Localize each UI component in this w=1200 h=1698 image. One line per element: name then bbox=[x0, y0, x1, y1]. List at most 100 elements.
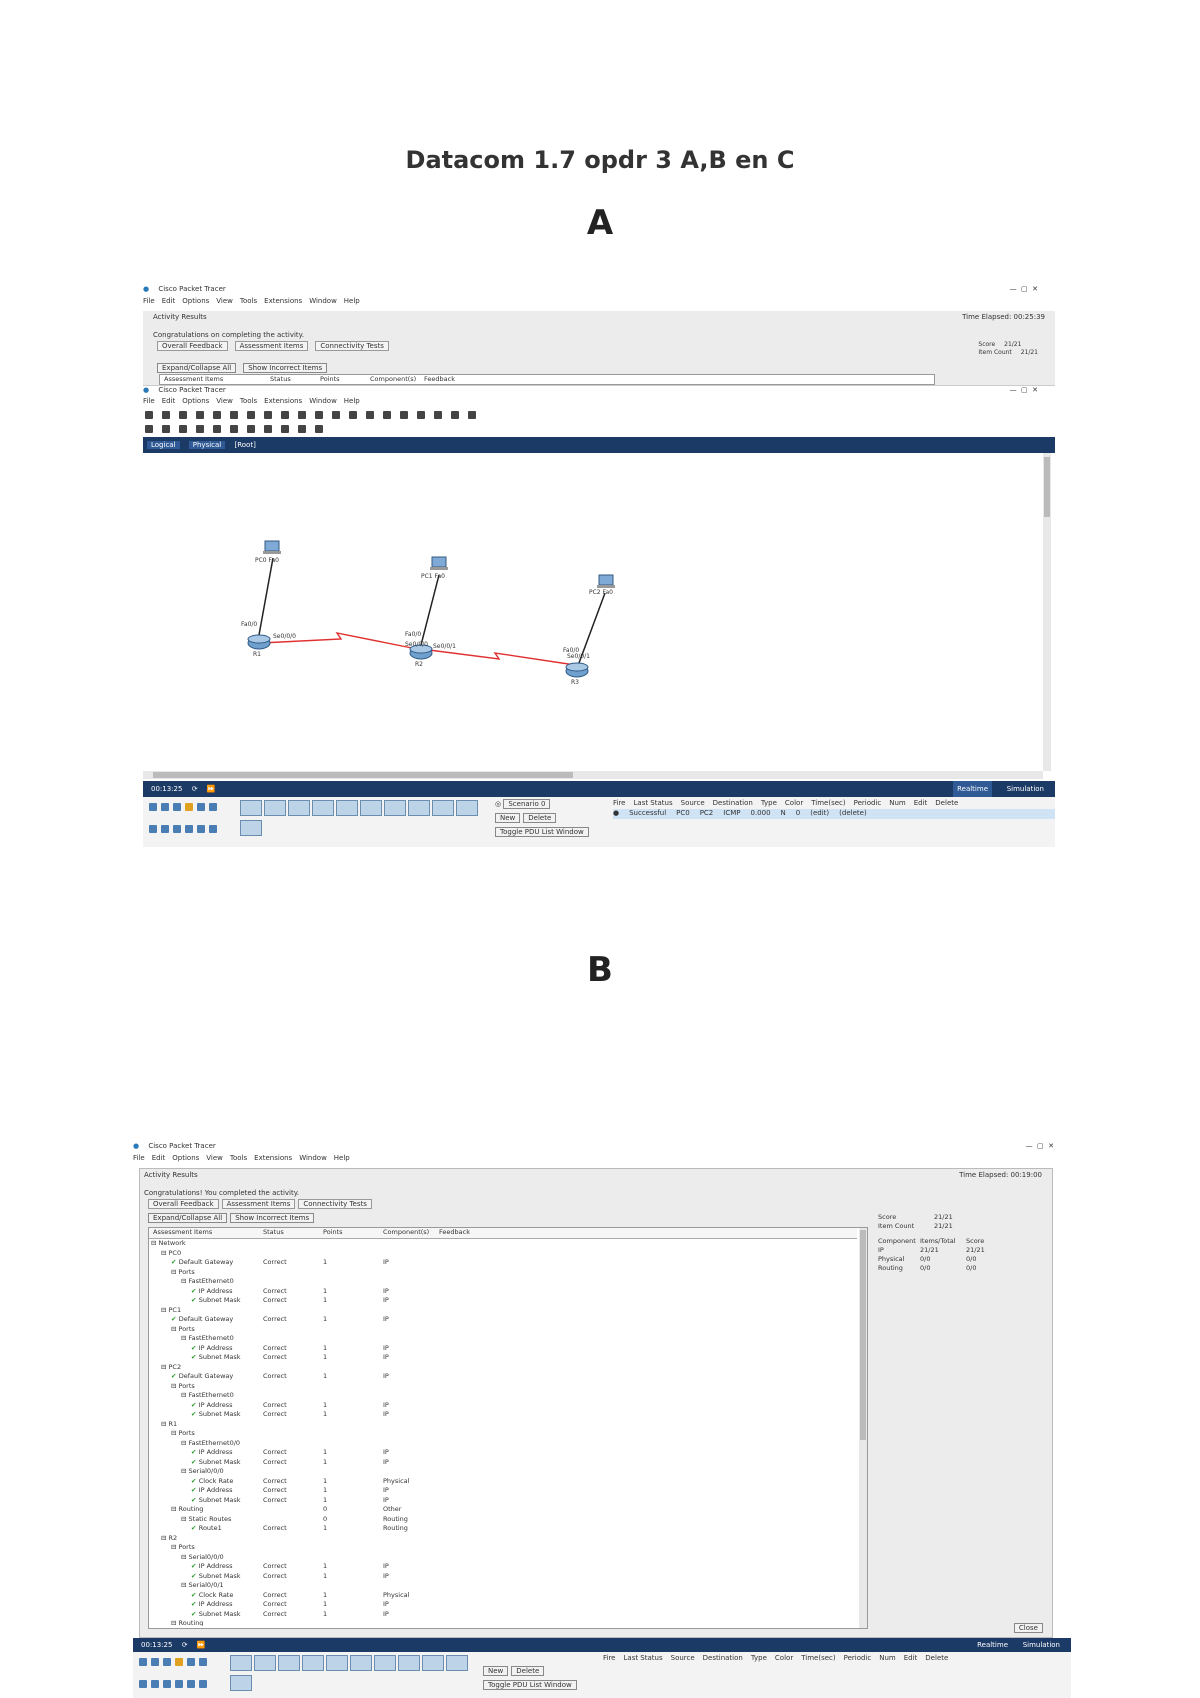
simulation-button-b[interactable]: Simulation bbox=[1023, 1638, 1060, 1652]
expand-icon[interactable]: ⊟ bbox=[181, 1581, 189, 1589]
toolbar-tool-icon[interactable] bbox=[162, 411, 170, 419]
menu-item-help[interactable]: Help bbox=[334, 1154, 350, 1162]
tree-row[interactable]: ⊟ Ports bbox=[151, 1429, 855, 1439]
menu-item-extensions[interactable]: Extensions bbox=[254, 1154, 292, 1162]
tree-row[interactable]: ⊟ FastEthernet0 bbox=[151, 1277, 855, 1287]
toolbar-tool-icon[interactable] bbox=[400, 411, 408, 419]
device-subcategories[interactable] bbox=[147, 823, 219, 837]
tab-overall-feedback[interactable]: Overall Feedback bbox=[157, 341, 228, 351]
tab-overall-feedback[interactable]: Overall Feedback bbox=[148, 1199, 219, 1209]
tree-row[interactable]: ⊟ Routing 0 Other bbox=[151, 1505, 855, 1515]
toolbar-tool-icon[interactable] bbox=[264, 411, 272, 419]
expand-icon[interactable]: ⊟ bbox=[161, 1420, 169, 1428]
menu-item-window[interactable]: Window bbox=[309, 297, 337, 305]
device-model-icon[interactable] bbox=[288, 800, 310, 816]
tree-row[interactable]: ✔ IP Address Correct 1 IP bbox=[151, 1600, 855, 1610]
power-cycle-icon[interactable]: ⟳ bbox=[192, 785, 198, 793]
workspace-hscroll[interactable] bbox=[143, 771, 1043, 779]
toolbar-tool-icon[interactable] bbox=[230, 425, 238, 433]
tree-row[interactable]: ✔ IP Address Correct 1 IP bbox=[151, 1448, 855, 1458]
menu-item-extensions[interactable]: Extensions bbox=[264, 397, 302, 405]
tree-row[interactable]: ⊟ Static Routes 0 Routing bbox=[151, 1515, 855, 1525]
window-controls[interactable]: — ▢ ✕ bbox=[1010, 285, 1038, 293]
toolbar-tool-icon[interactable] bbox=[196, 425, 204, 433]
tree-row[interactable]: ⊟ Ports bbox=[151, 1268, 855, 1278]
expand-icon[interactable]: ⊟ bbox=[171, 1268, 179, 1276]
menu-item-help[interactable]: Help bbox=[344, 397, 360, 405]
r1-device[interactable] bbox=[247, 634, 271, 650]
tree-row[interactable]: ⊟ PC1 bbox=[151, 1306, 855, 1316]
assessment-tree[interactable]: ⊟ Network ⊟ PC0 ✔ Default Gateway Correct 1 I… bbox=[151, 1239, 855, 1626]
menu-item-extensions[interactable]: Extensions bbox=[264, 297, 302, 305]
expand-icon[interactable]: ⊟ bbox=[161, 1249, 169, 1257]
toolbar-tool-icon[interactable] bbox=[264, 425, 272, 433]
tree-row[interactable]: ✔ IP Address Correct 1 IP bbox=[151, 1344, 855, 1354]
device-model-icon[interactable] bbox=[336, 800, 358, 816]
menu-item-options[interactable]: Options bbox=[182, 297, 209, 305]
expand-icon[interactable]: ⊟ bbox=[181, 1553, 189, 1561]
tree-row[interactable]: ✔ Subnet Mask Correct 1 IP bbox=[151, 1353, 855, 1363]
tree-row[interactable]: ✔ Subnet Mask Correct 1 IP bbox=[151, 1496, 855, 1506]
new-scenario-button[interactable]: New bbox=[495, 813, 521, 823]
expand-icon[interactable]: ⊟ bbox=[181, 1439, 189, 1447]
device-model-icon[interactable] bbox=[326, 1655, 348, 1671]
menu-item-window[interactable]: Window bbox=[299, 1154, 327, 1162]
close-button[interactable]: Close bbox=[1013, 1623, 1043, 1633]
tree-row[interactable]: ✔ IP Address Correct 1 IP bbox=[151, 1401, 855, 1411]
expand-icon[interactable]: ⊟ bbox=[161, 1306, 169, 1314]
menu-item-view[interactable]: View bbox=[216, 397, 233, 405]
menu-item-file[interactable]: File bbox=[133, 1154, 145, 1162]
physical-mode-button[interactable]: Physical bbox=[188, 441, 226, 449]
device-model-icon[interactable] bbox=[398, 1655, 420, 1671]
tree-row[interactable]: ✔ Subnet Mask Correct 1 IP bbox=[151, 1410, 855, 1420]
tree-row[interactable]: ✔ Default Gateway Correct 1 IP bbox=[151, 1315, 855, 1325]
toolbar-tool-icon[interactable] bbox=[247, 425, 255, 433]
tree-row[interactable]: ✔ IP Address Correct 1 IP bbox=[151, 1287, 855, 1297]
tree-row[interactable]: ⊟ Ports bbox=[151, 1325, 855, 1335]
expand-icon[interactable]: ⊟ bbox=[181, 1277, 189, 1285]
menu-item-options[interactable]: Options bbox=[172, 1154, 199, 1162]
tree-row[interactable]: ✔ IP Address Correct 1 IP bbox=[151, 1486, 855, 1496]
tree-row[interactable]: ✔ Clock Rate Correct 1 Physical bbox=[151, 1477, 855, 1487]
toolbar-tool-icon[interactable] bbox=[213, 425, 221, 433]
toolbar-tool-icon[interactable] bbox=[145, 411, 153, 419]
main-window-controls-b[interactable]: — ▢ ✕ bbox=[1026, 1142, 1054, 1150]
delete-scenario-button[interactable]: Delete bbox=[523, 813, 557, 823]
expand-icon[interactable]: ⊟ bbox=[171, 1543, 179, 1551]
toolbar-tool-icon[interactable] bbox=[315, 425, 323, 433]
device-categories[interactable] bbox=[147, 801, 219, 815]
expand-icon[interactable]: ⊟ bbox=[181, 1515, 189, 1523]
assessment-vscroll[interactable] bbox=[859, 1228, 867, 1628]
menu-item-view[interactable]: View bbox=[206, 1154, 223, 1162]
toolbar-tool-icon[interactable] bbox=[383, 411, 391, 419]
button-show-incorrect-items[interactable]: Show Incorrect Items bbox=[230, 1213, 315, 1223]
tree-row[interactable]: ⊟ FastEthernet0 bbox=[151, 1334, 855, 1344]
menu-item-view[interactable]: View bbox=[216, 297, 233, 305]
toolbar-tool-icon[interactable] bbox=[247, 411, 255, 419]
menu-item-tools[interactable]: Tools bbox=[240, 297, 257, 305]
menu-item-file[interactable]: File bbox=[143, 297, 155, 305]
logical-mode-button[interactable]: Logical bbox=[147, 441, 180, 449]
device-model-icon[interactable] bbox=[240, 820, 262, 836]
device-model-icon[interactable] bbox=[278, 1655, 300, 1671]
tree-row[interactable]: ✔ Subnet Mask Correct 1 IP bbox=[151, 1610, 855, 1620]
device-categories-b[interactable] bbox=[137, 1656, 209, 1670]
device-model-icon[interactable] bbox=[264, 800, 286, 816]
toggle-pdu-button[interactable]: Toggle PDU List Window bbox=[495, 827, 589, 837]
toolbar-tool-icon[interactable] bbox=[298, 425, 306, 433]
main-window-controls[interactable]: — ▢ ✕ bbox=[1010, 386, 1038, 394]
toolbar-tool-icon[interactable] bbox=[417, 411, 425, 419]
tree-row[interactable]: ⊟ Network bbox=[151, 1239, 855, 1249]
new-scenario-button-b[interactable]: New bbox=[483, 1666, 509, 1676]
button-expand-collapse-all[interactable]: Expand/Collapse All bbox=[157, 363, 237, 373]
toolbar-tool-icon[interactable] bbox=[366, 411, 374, 419]
simulation-button[interactable]: Simulation bbox=[1007, 781, 1044, 797]
toolbar-tool-icon[interactable] bbox=[196, 411, 204, 419]
tree-row[interactable]: ✔ Clock Rate Correct 1 Physical bbox=[151, 1591, 855, 1601]
toolbar-tool-icon[interactable] bbox=[468, 411, 476, 419]
tree-row[interactable]: ✔ IP Address Correct 1 IP bbox=[151, 1562, 855, 1572]
menu-item-window[interactable]: Window bbox=[309, 397, 337, 405]
menu-item-edit[interactable]: Edit bbox=[152, 1154, 166, 1162]
toolbar-tool-icon[interactable] bbox=[451, 411, 459, 419]
toolbar-tool-icon[interactable] bbox=[281, 411, 289, 419]
